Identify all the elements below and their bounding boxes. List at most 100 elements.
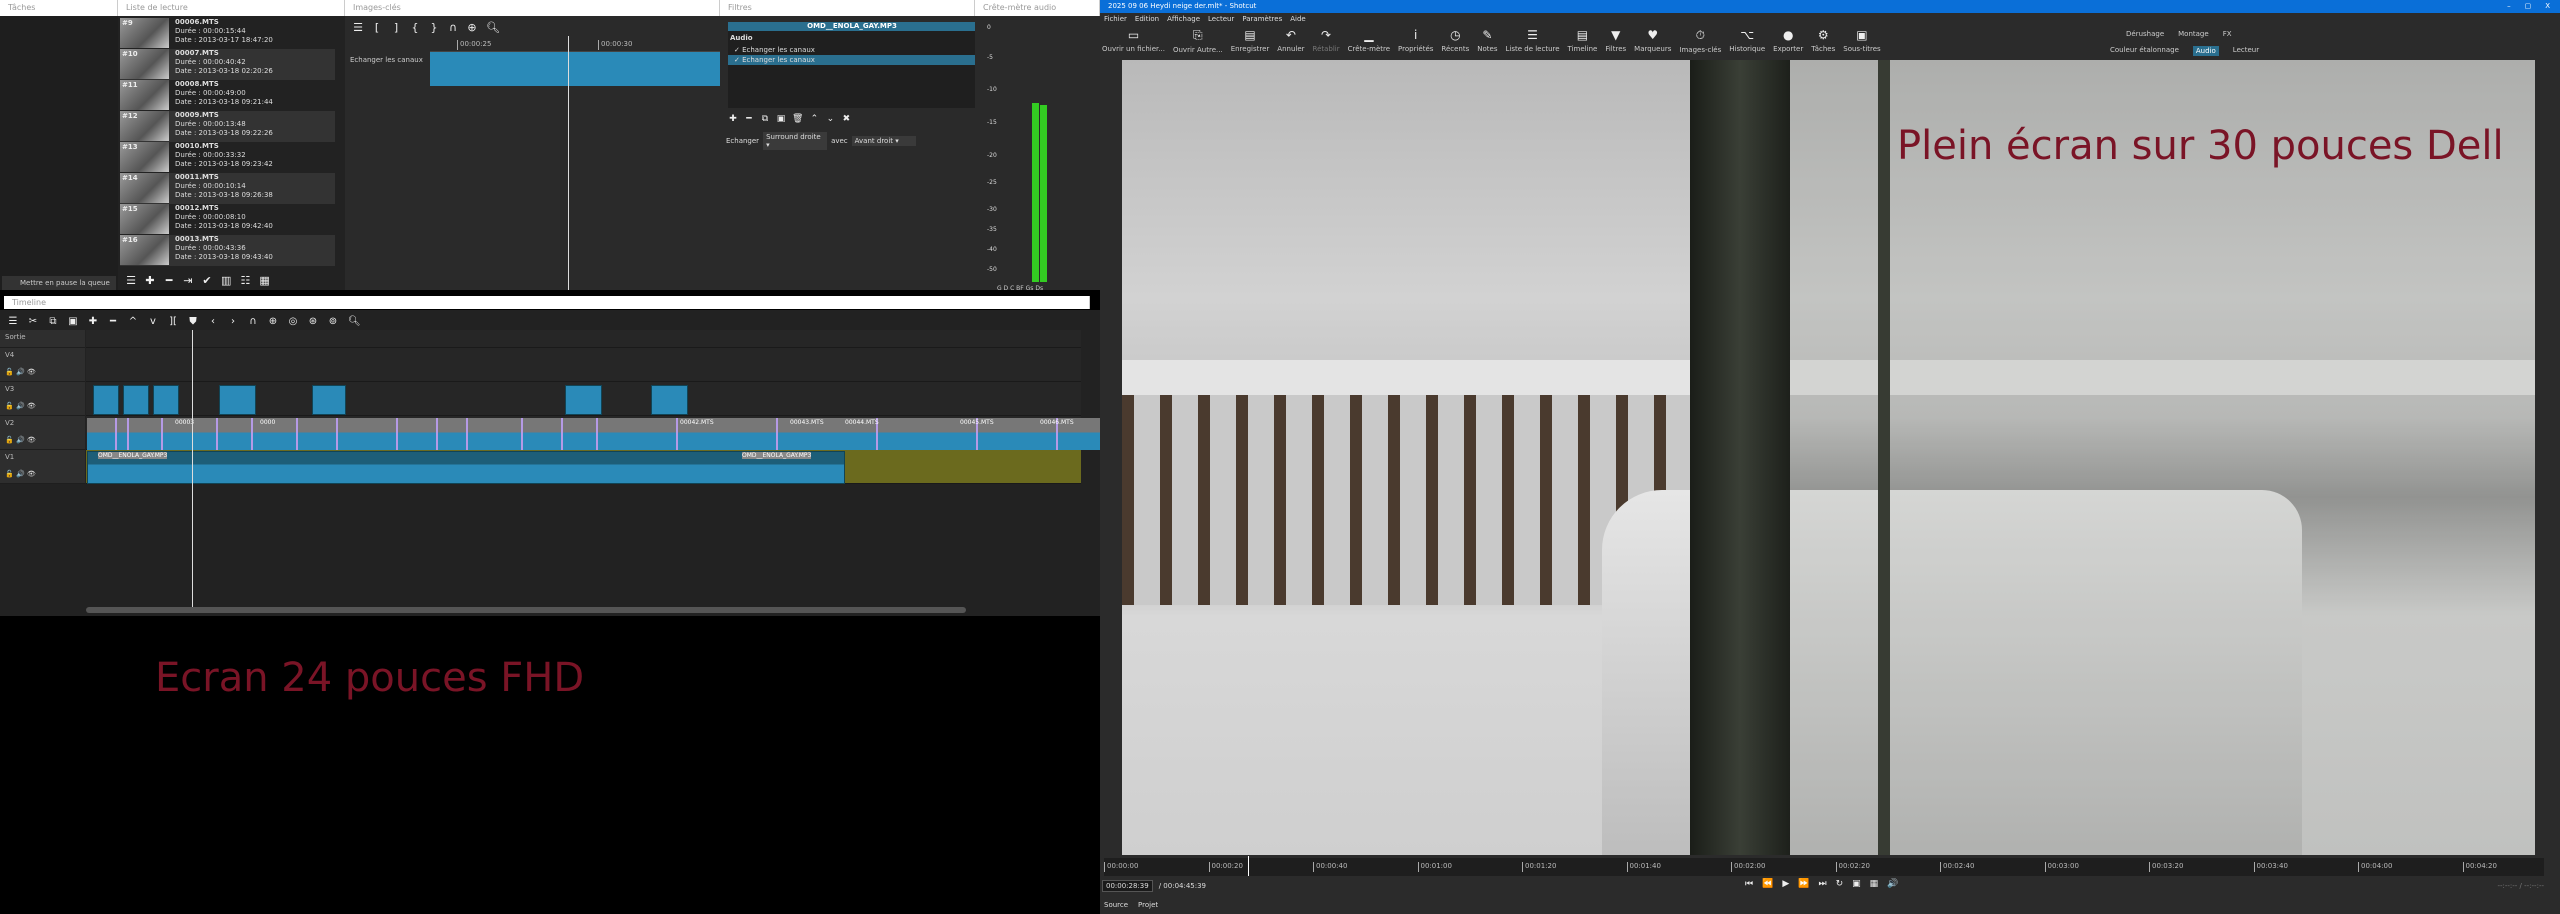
- toolbar-button-icon[interactable]: 🔊: [1887, 879, 1898, 889]
- toolbar-button-icon[interactable]: ☷: [240, 274, 250, 287]
- tab-project[interactable]: Projet: [1138, 901, 1158, 909]
- v2-clip[interactable]: [338, 418, 398, 450]
- toolbar-button-icon[interactable]: ◎: [288, 316, 298, 327]
- toolbar-subtitles-button[interactable]: ▣ Sous-titres: [1843, 28, 1880, 54]
- menu-paramètres[interactable]: Paramètres: [1242, 15, 1282, 23]
- toolbar-history-button[interactable]: ⌥ Historique: [1729, 28, 1765, 54]
- swap-from-select[interactable]: Surround droite ▾: [763, 132, 828, 150]
- playlist-item[interactable]: #11 00008.MTS Durée : 00:00:49:00 Date : 20…: [120, 80, 335, 111]
- toolbar-button-icon[interactable]: ⛊: [188, 316, 198, 327]
- toolbar-notes-button[interactable]: ✎ Notes: [1477, 28, 1497, 54]
- toolbar-button-icon[interactable]: ▥: [221, 274, 231, 287]
- toolbar-stopwatch-button[interactable]: ⏱ Images-clés: [1679, 28, 1721, 54]
- toolbar-button-icon[interactable]: ▣: [1852, 879, 1861, 889]
- close-button[interactable]: X: [2545, 0, 2550, 13]
- filter-item[interactable]: ✓ Echanger les canaux: [728, 45, 976, 55]
- toolbar-info-button[interactable]: i Propriétés: [1398, 28, 1433, 54]
- playlist-item[interactable]: #10 00007.MTS Durée : 00:00:40:42 Date : 20…: [120, 49, 335, 80]
- toolbar-button-icon[interactable]: ✖: [841, 114, 851, 124]
- v2-clip[interactable]: [523, 418, 563, 450]
- v2-clip[interactable]: [438, 418, 468, 450]
- toolbar-button-icon[interactable]: 🔍︎: [486, 21, 500, 34]
- toolbar-redo-button[interactable]: ↷ Rétablir: [1313, 28, 1340, 54]
- track-header[interactable]: V1 🔓 🔊 👁: [0, 450, 85, 484]
- track-header[interactable]: Sortie: [0, 330, 85, 348]
- toolbar-button-icon[interactable]: ☰: [353, 21, 363, 34]
- toolbar-button-icon[interactable]: ⏭: [1818, 879, 1826, 889]
- pause-queue-button[interactable]: Mettre en pause la queue: [2, 276, 116, 290]
- toolbar-button-icon[interactable]: ✂: [28, 316, 38, 327]
- v2-clip[interactable]: [468, 418, 523, 450]
- toolbar-button-icon[interactable]: ▦: [1870, 879, 1879, 889]
- v3-clip[interactable]: [312, 385, 346, 415]
- toolbar-button-icon[interactable]: ━: [744, 114, 754, 124]
- toolbar-undo-button[interactable]: ↶ Annuler: [1277, 28, 1304, 54]
- menu-lecteur[interactable]: Lecteur: [1208, 15, 1234, 23]
- toolbar-peak-meter-button[interactable]: ▁ Crête-mètre: [1348, 28, 1390, 54]
- layout-audio[interactable]: Audio: [2192, 46, 2219, 56]
- v2-clip[interactable]: [563, 418, 598, 450]
- toolbar-button-icon[interactable]: ⇥: [183, 274, 193, 287]
- toolbar-filter-button[interactable]: ▼ Filtres: [1605, 28, 1626, 54]
- track-header[interactable]: V2 🔓 🔊 👁: [0, 416, 85, 450]
- playlist-item[interactable]: #15 00012.MTS Durée : 00:00:08:10 Date : 20…: [120, 204, 335, 235]
- toolbar-button-icon[interactable]: }: [429, 21, 439, 34]
- toolbar-button-icon[interactable]: ⌃: [809, 114, 819, 124]
- toolbar-button-icon[interactable]: ✚: [145, 274, 155, 287]
- layout-couleur-étalonnage[interactable]: Couleur étalonnage: [2110, 46, 2179, 56]
- player-ruler[interactable]: 00:00:00 00:00:20 00:00:40 00:01:00 00:01:20…: [1104, 858, 2544, 876]
- toolbar-button-icon[interactable]: ‹: [208, 316, 218, 327]
- tab-source[interactable]: Source: [1104, 901, 1128, 909]
- toolbar-button-icon[interactable]: ━: [108, 316, 118, 327]
- toolbar-open-other-button[interactable]: ⎘ Ouvrir Autre...: [1173, 28, 1223, 54]
- v3-clip[interactable]: [565, 385, 602, 415]
- toolbar-button-icon[interactable]: [: [372, 21, 382, 34]
- layout-lecteur[interactable]: Lecteur: [2233, 46, 2259, 56]
- toolbar-button-icon[interactable]: ▶: [1782, 879, 1789, 889]
- toolbar-button-icon[interactable]: ⏩: [1798, 879, 1809, 889]
- toolbar-button-icon[interactable]: ✔: [202, 274, 212, 287]
- keyframe-track[interactable]: [430, 52, 720, 86]
- menu-aide[interactable]: Aide: [1290, 15, 1305, 23]
- toolbar-button-icon[interactable]: v: [148, 316, 158, 327]
- toolbar-list-button[interactable]: ☰ Liste de lecture: [1505, 28, 1559, 54]
- swap-to-select[interactable]: Avant droit ▾: [851, 136, 916, 146]
- toolbar-button-icon[interactable]: ✚: [728, 114, 738, 124]
- toolbar-button-icon[interactable]: ━: [164, 274, 174, 287]
- toolbar-button-icon[interactable]: ⊚: [328, 316, 338, 327]
- playlist-item[interactable]: #9 00006.MTS Durée : 00:00:15:44 Date : 201…: [120, 18, 335, 49]
- toolbar-button-icon[interactable]: ][: [168, 316, 178, 327]
- v3-clip[interactable]: [93, 385, 119, 415]
- toolbar-button-icon[interactable]: ⏮: [1745, 879, 1753, 889]
- timeline-hscrollbar[interactable]: [86, 607, 966, 613]
- maximize-button[interactable]: ▢: [2525, 0, 2532, 13]
- toolbar-button-icon[interactable]: ›: [228, 316, 238, 327]
- toolbar-button-icon[interactable]: ☰: [126, 274, 136, 287]
- toolbar-button-icon[interactable]: ☰: [8, 316, 18, 327]
- v2-clip[interactable]: [398, 418, 438, 450]
- playlist-item[interactable]: #13 00010.MTS Durée : 00:00:33:32 Date : 20…: [120, 142, 335, 173]
- toolbar-marker-button[interactable]: ♥ Marqueurs: [1634, 28, 1671, 54]
- toolbar-timeline-button[interactable]: ▤ Timeline: [1568, 28, 1598, 54]
- track-header[interactable]: V4 🔓 🔊 👁: [0, 348, 85, 382]
- v1-audio-clip[interactable]: [87, 451, 845, 484]
- video-preview[interactable]: Plein écran sur 30 pouces Dell: [1122, 60, 2535, 855]
- toolbar-button-icon[interactable]: ⏪: [1762, 879, 1773, 889]
- toolbar-button-icon[interactable]: ✚: [88, 316, 98, 327]
- toolbar-clock-button[interactable]: ◷ Récents: [1441, 28, 1469, 54]
- toolbar-button-icon[interactable]: ]: [391, 21, 401, 34]
- v2-clip[interactable]: [298, 418, 338, 450]
- toolbar-button-icon[interactable]: 🗑: [792, 114, 803, 124]
- layout-montage[interactable]: Montage: [2178, 30, 2209, 38]
- keyframes-ruler[interactable]: 00:00:25 00:00:30: [430, 36, 720, 52]
- toolbar-button-icon[interactable]: ∩: [448, 21, 458, 34]
- toolbar-button-icon[interactable]: ∩: [248, 316, 258, 327]
- toolbar-button-icon[interactable]: ▣: [68, 316, 78, 327]
- toolbar-button-icon[interactable]: ▦: [259, 274, 269, 287]
- toolbar-button-icon[interactable]: ⊕: [268, 316, 278, 327]
- track-header[interactable]: V3 🔓 🔊 👁: [0, 382, 85, 416]
- toolbar-folder-button[interactable]: ▭ Ouvrir un fichier...: [1102, 28, 1165, 54]
- toolbar-button-icon[interactable]: ⌄: [825, 114, 835, 124]
- v2-clip[interactable]: [87, 418, 117, 450]
- player-playhead[interactable]: [1248, 856, 1249, 876]
